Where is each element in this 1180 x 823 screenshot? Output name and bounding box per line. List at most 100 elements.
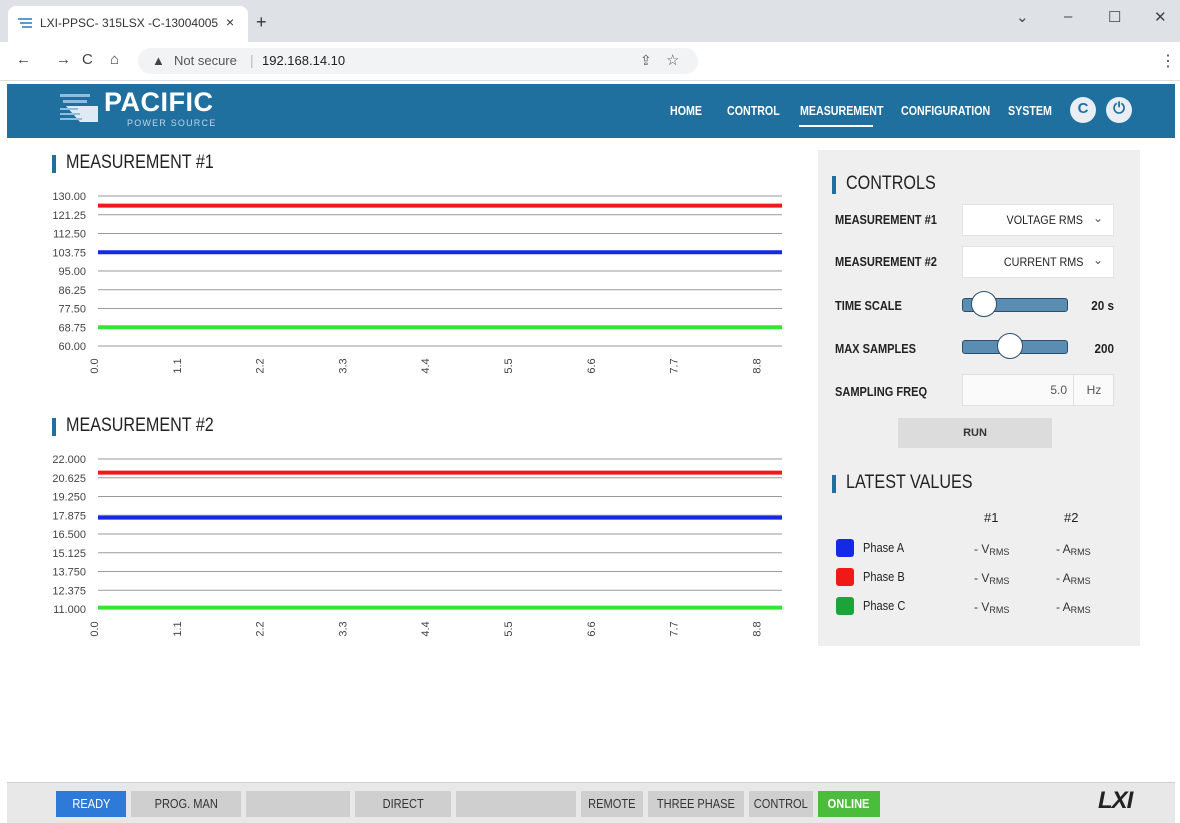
- y-tick-label: 86.25: [58, 285, 86, 297]
- y-tick-label: 112.50: [53, 229, 86, 241]
- nav-home[interactable]: HOME: [670, 103, 702, 118]
- maximize-icon[interactable]: ☐: [1108, 8, 1121, 26]
- browser-tab[interactable]: LXI-PPSC- 315LSX -C-13004005 ×: [8, 6, 248, 42]
- measurement-2-chart: 22.000 20.625 19.250 17.875 16.500 15.125 13.7…: [52, 454, 782, 637]
- y-tick-label: 12.375: [52, 585, 86, 597]
- close-window-icon[interactable]: ✕: [1154, 8, 1167, 26]
- measurement2-select[interactable]: CURRENT RMS ⌄: [962, 246, 1114, 278]
- phase-b-swatch: [836, 568, 854, 586]
- x-tick-label: 1.1: [172, 358, 184, 373]
- phase-b-value-1: - VRMS: [974, 571, 1010, 586]
- measurement1-select[interactable]: VOLTAGE RMS ⌄: [962, 204, 1114, 236]
- phase-a-swatch: [836, 539, 854, 557]
- x-tick-label: 5.5: [503, 358, 515, 373]
- y-tick-label: 77.50: [58, 304, 86, 316]
- y-tick-label: 15.125: [52, 548, 86, 560]
- favicon-icon: [18, 18, 32, 28]
- y-tick-label: 20.625: [52, 473, 86, 485]
- share-icon[interactable]: ⇪: [640, 52, 652, 69]
- measurement2-label: MEASUREMENT #2: [835, 254, 937, 269]
- browser-menu-icon[interactable]: ⋮: [1160, 51, 1176, 71]
- x-tick-label: 8.8: [751, 358, 763, 373]
- home-icon[interactable]: ⌂: [110, 51, 119, 69]
- phase-b-value-2: - ARMS: [1056, 571, 1091, 586]
- section-marker: [52, 155, 56, 173]
- status-empty-2: [456, 791, 576, 817]
- status-three-phase: THREE PHASE: [648, 791, 744, 817]
- chart2-title: MEASUREMENT #2: [66, 415, 214, 436]
- column-head-2: #2: [1064, 510, 1079, 525]
- measurement1-label: MEASUREMENT #1: [835, 212, 937, 227]
- sampling-freq-input[interactable]: 5.0 Hz: [962, 374, 1114, 406]
- back-icon[interactable]: ←: [16, 51, 31, 69]
- time-scale-value: 20 s: [1091, 298, 1114, 313]
- minimize-icon[interactable]: –: [1064, 8, 1072, 25]
- nav-configuration[interactable]: CONFIGURATION: [901, 103, 990, 118]
- phase-a-value-2: - ARMS: [1056, 542, 1091, 557]
- refresh-button[interactable]: C: [1070, 97, 1096, 123]
- phase-b-label: Phase B: [863, 569, 905, 584]
- latest-values-title: LATEST VALUES: [846, 472, 973, 493]
- status-remote: REMOTE: [581, 791, 643, 817]
- warning-icon: ▲: [152, 53, 165, 68]
- active-nav-indicator: [799, 125, 873, 127]
- x-tick-label: 2.2: [255, 358, 267, 373]
- y-tick-label: 16.500: [52, 529, 86, 541]
- power-icon: ⏻: [1113, 100, 1125, 117]
- section-marker: [52, 418, 56, 436]
- security-label: Not secure: [174, 53, 237, 68]
- power-button[interactable]: ⏻: [1106, 97, 1132, 123]
- chevron-down-icon: ⌄: [1092, 211, 1103, 225]
- url-text[interactable]: 192.168.14.10: [262, 53, 345, 68]
- x-tick-label: 8.8: [751, 621, 763, 636]
- max-samples-label: MAX SAMPLES: [835, 341, 917, 356]
- logo-name: PACIFIC: [104, 87, 214, 117]
- max-samples-handle[interactable]: [996, 333, 1023, 359]
- phase-a-label: Phase A: [863, 540, 905, 555]
- phase-a-value-1: - VRMS: [974, 542, 1010, 557]
- measurement2-value: CURRENT RMS: [1003, 255, 1083, 269]
- max-samples-value: 200: [1094, 341, 1114, 356]
- phase-c-value-1: - VRMS: [974, 600, 1010, 615]
- reload-icon[interactable]: C: [82, 51, 93, 69]
- phase-c-swatch: [836, 597, 854, 615]
- forward-icon[interactable]: →: [56, 51, 71, 69]
- time-scale-label: TIME SCALE: [835, 298, 902, 313]
- x-tick-label: 1.1: [172, 621, 184, 636]
- section-marker: [832, 176, 836, 194]
- x-tick-label: 7.7: [669, 621, 681, 636]
- y-tick-label: 17.875: [52, 510, 86, 522]
- time-scale-handle[interactable]: [970, 291, 997, 317]
- y-tick-label: 103.75: [52, 247, 86, 259]
- nav-system[interactable]: SYSTEM: [1008, 103, 1052, 118]
- x-tick-label: 0.0: [89, 358, 101, 373]
- chart1-title: MEASUREMENT #1: [66, 152, 214, 173]
- x-tick-label: 0.0: [89, 621, 101, 636]
- sampling-freq-value[interactable]: 5.0: [963, 383, 1067, 397]
- status-empty-1: [246, 791, 350, 817]
- nav-measurement[interactable]: MEASUREMENT: [800, 103, 884, 118]
- measurement-1-chart: 130.00 121.25 112.50 103.75 95.00 86.25 77.50 6…: [52, 191, 782, 374]
- status-online: ONLINE: [818, 791, 880, 817]
- status-prog-man: PROG. MAN: [131, 791, 241, 817]
- x-tick-label: 2.2: [255, 621, 267, 636]
- bookmark-star-icon[interactable]: ☆: [666, 51, 679, 69]
- phase-c-value-2: - ARMS: [1056, 600, 1091, 615]
- x-tick-label: 5.5: [503, 621, 515, 636]
- close-tab-icon[interactable]: ×: [226, 14, 234, 30]
- y-tick-label: 95.00: [58, 266, 86, 278]
- sampling-freq-label: SAMPLING FREQ: [835, 384, 928, 399]
- x-tick-label: 3.3: [337, 358, 349, 373]
- new-tab-button[interactable]: +: [256, 13, 267, 31]
- tab-search-icon[interactable]: ⌄: [1016, 8, 1029, 26]
- refresh-icon: C: [1077, 100, 1089, 117]
- y-tick-label: 121.25: [52, 210, 86, 222]
- x-tick-label: 6.6: [586, 621, 598, 636]
- sampling-freq-unit: Hz: [1073, 375, 1114, 405]
- run-button[interactable]: RUN: [898, 418, 1052, 448]
- pacific-logo-icon: [60, 94, 98, 122]
- nav-control[interactable]: CONTROL: [727, 103, 780, 118]
- y-tick-label: 130.00: [52, 191, 86, 203]
- status-direct: DIRECT: [355, 791, 451, 817]
- address-bar[interactable]: ▲ Not secure | 192.168.14.10 ⇪ ☆: [138, 48, 698, 74]
